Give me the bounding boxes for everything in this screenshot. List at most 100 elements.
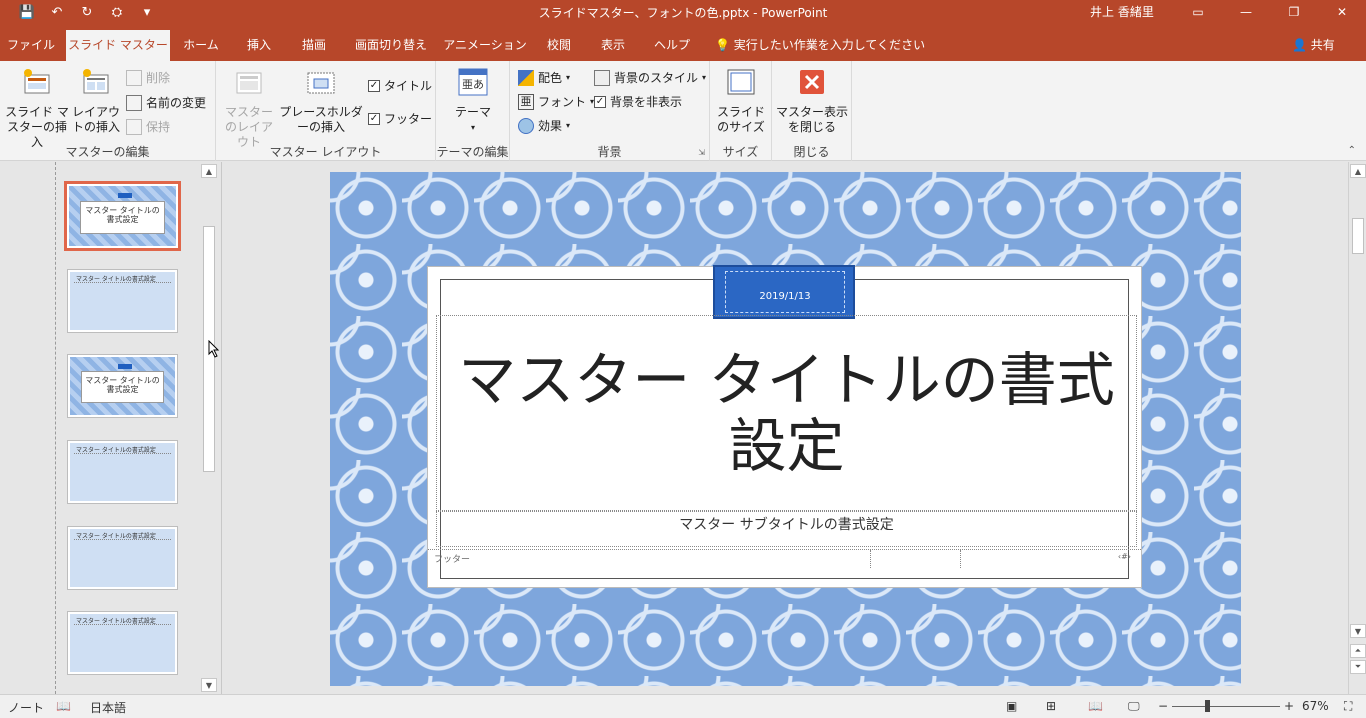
delete-button[interactable]: 削除 xyxy=(126,69,170,86)
restore-icon[interactable]: ❐ xyxy=(1270,0,1318,24)
tab-insert[interactable]: 挿入 xyxy=(234,30,284,61)
close-icon[interactable]: ✕ xyxy=(1318,0,1366,24)
thumbnail-rule xyxy=(74,453,171,454)
scroll-down-icon[interactable]: ▼ xyxy=(201,678,217,692)
themes-icon: 亜あ xyxy=(458,68,488,96)
slide-size-icon xyxy=(727,69,755,95)
tab-review[interactable]: 校閲 xyxy=(536,30,582,61)
tab-file[interactable]: ファイル xyxy=(0,30,62,61)
person-icon: 👤 xyxy=(1292,38,1307,52)
normal-view-icon[interactable]: ▣ xyxy=(1006,699,1017,713)
title-checkbox[interactable]: ✓ タイトル xyxy=(368,77,432,94)
footer-placeholder[interactable]: フッター xyxy=(434,552,470,565)
window-title: スライドマスター、フォントの色.pptx - PowerPoint xyxy=(538,5,828,20)
tab-draw[interactable]: 描画 xyxy=(290,30,338,61)
rename-button[interactable]: 名前の変更 xyxy=(126,94,206,111)
group-label-master-edit: マスターの編集 xyxy=(65,145,150,159)
effects-button[interactable]: 効果 ▾ xyxy=(518,117,570,134)
thumbnail-layout-3[interactable]: マスター タイトルの書式設定 xyxy=(67,354,178,418)
subtitle-placeholder[interactable]: マスター サブタイトルの書式設定 xyxy=(436,511,1137,547)
close-master-view-button[interactable]: マスター表示を閉じる xyxy=(776,67,848,135)
tell-me-box[interactable]: 💡 実行したい作業を入力してください xyxy=(715,30,925,61)
title-text: マスター タイトルの書式設定 xyxy=(458,346,1115,480)
insert-placeholder-label: プレースホルダーの挿入 xyxy=(279,105,363,134)
customize-qat-icon[interactable]: ▾ xyxy=(134,2,160,22)
rename-label: 名前の変更 xyxy=(146,96,207,110)
zoom-slider[interactable] xyxy=(1172,706,1280,707)
thumbnail-layout-4[interactable]: マスター タイトルの書式設定 xyxy=(67,440,178,504)
footer-check-icon: ✓ xyxy=(368,112,380,125)
fonts-button[interactable]: 亜 フォント ▾ xyxy=(518,93,594,110)
share-button[interactable]: 👤 共有 xyxy=(1292,30,1335,61)
insert-layout-button[interactable]: レイアウトの挿入 xyxy=(70,67,122,135)
scroll-down-icon[interactable]: ▼ xyxy=(1350,624,1366,638)
slide-show-icon[interactable]: 🖵 xyxy=(1128,699,1140,714)
subtitle-text: マスター サブタイトルの書式設定 xyxy=(679,517,894,533)
thumbnail-scrollbar[interactable]: ▲ ▼ xyxy=(201,162,217,694)
user-name[interactable]: 井上 香緒里 xyxy=(1090,3,1154,20)
preserve-label: 保持 xyxy=(146,120,171,134)
hide-background-checkbox[interactable]: ✓ 背景を非表示 xyxy=(594,93,682,110)
main-scrollbar[interactable]: ▲ ▼ ⏶ ⏷ xyxy=(1348,162,1366,694)
tab-transitions[interactable]: 画面切り替え xyxy=(346,30,436,61)
zoom-level[interactable]: 67% xyxy=(1302,699,1329,713)
zoom-out-icon[interactable]: − xyxy=(1158,699,1168,713)
next-slide-icon[interactable]: ⏷ xyxy=(1350,660,1366,674)
date-text: 2019/1/13 xyxy=(725,271,845,313)
insert-slide-master-button[interactable]: スライド マスターの挿入 xyxy=(4,67,70,150)
ribbon: スライド マスターの挿入 レイアウトの挿入 削除 名前の変更 保持 マスターの編… xyxy=(0,61,1366,161)
thumbnail-layout-5[interactable]: マスター タイトルの書式設定 xyxy=(67,526,178,590)
slide-canvas[interactable]: 2019/1/13 マスター タイトルの書式設定 マスター サブタイトルの書式設… xyxy=(330,172,1241,686)
slide-number-placeholder[interactable]: ‹#› xyxy=(1118,552,1131,561)
themes-button[interactable]: 亜あ テーマ ▾ xyxy=(444,67,502,135)
footer-checkbox[interactable]: ✓ フッター xyxy=(368,110,432,127)
scrollbar-thumb[interactable] xyxy=(1352,218,1364,254)
colors-button[interactable]: 配色 ▾ xyxy=(518,69,570,86)
preserve-button[interactable]: 保持 xyxy=(126,118,170,135)
mouse-cursor-icon xyxy=(208,340,220,358)
insert-slide-master-icon xyxy=(24,69,50,94)
footer-divider xyxy=(870,550,871,568)
notes-button[interactable]: ノート xyxy=(8,699,44,716)
minimize-icon[interactable]: — xyxy=(1222,0,1270,24)
fit-to-window-icon[interactable]: ⛶ xyxy=(1344,699,1352,714)
slide-sorter-icon[interactable]: ⊞ xyxy=(1046,699,1056,713)
collapse-ribbon-icon[interactable]: ⌃ xyxy=(1348,145,1356,156)
effects-label: 効果 xyxy=(538,119,563,133)
title-card: 2019/1/13 マスター タイトルの書式設定 マスター サブタイトルの書式設… xyxy=(427,265,1142,588)
tab-home[interactable]: ホーム xyxy=(174,30,228,61)
group-label-close: 閉じる xyxy=(793,145,830,159)
ribbon-tabs: ファイル スライド マスター ホーム 挿入 描画 画面切り替え アニメーション … xyxy=(0,24,1366,61)
master-layout-button[interactable]: マスターのレイアウト xyxy=(220,67,278,150)
redo-icon[interactable]: ↻ xyxy=(74,2,100,22)
ribbon-display-options-icon[interactable]: ▭ xyxy=(1174,0,1222,24)
language-indicator[interactable]: 日本語 xyxy=(90,699,126,716)
zoom-slider-knob[interactable] xyxy=(1205,700,1210,712)
zoom-in-icon[interactable]: + xyxy=(1284,699,1294,713)
tab-animations[interactable]: アニメーション xyxy=(442,30,528,61)
quick-access-toolbar: 💾 ↶ ↻ ⛭ ▾ xyxy=(0,2,200,22)
date-placeholder[interactable]: 2019/1/13 xyxy=(713,265,855,319)
thumbnail-master[interactable]: マスター タイトルの書式設定 xyxy=(64,181,181,251)
effects-icon xyxy=(518,117,534,134)
scroll-up-icon[interactable]: ▲ xyxy=(201,164,217,178)
presentation-icon[interactable]: ⛭ xyxy=(104,2,130,22)
thumbnail-layout-2[interactable]: マスター タイトルの書式設定 xyxy=(67,269,178,333)
tab-view[interactable]: 表示 xyxy=(590,30,636,61)
thumbnail-rule xyxy=(74,624,171,625)
tab-help[interactable]: ヘルプ xyxy=(644,30,700,61)
group-master-layout: マスターのレイアウト プレースホルダーの挿入 ✓ タイトル ✓ フッター マスタ… xyxy=(216,61,436,161)
slide-size-button[interactable]: スライドのサイズ xyxy=(712,67,770,135)
tell-me-text: 実行したい作業を入力してください xyxy=(733,38,926,52)
previous-slide-icon[interactable]: ⏶ xyxy=(1350,644,1366,658)
tab-slide-master[interactable]: スライド マスター xyxy=(66,30,170,61)
save-icon[interactable]: 💾 xyxy=(14,2,40,22)
title-placeholder[interactable]: マスター タイトルの書式設定 xyxy=(436,315,1137,511)
background-styles-button[interactable]: 背景のスタイル ▾ xyxy=(594,69,706,86)
thumbnail-layout-6[interactable]: マスター タイトルの書式設定 xyxy=(67,611,178,675)
scroll-up-icon[interactable]: ▲ xyxy=(1350,164,1366,178)
insert-placeholder-button[interactable]: プレースホルダーの挿入 xyxy=(278,67,364,135)
proofing-icon[interactable]: 📖 xyxy=(56,699,71,713)
undo-icon[interactable]: ↶ xyxy=(44,2,70,22)
reading-view-icon[interactable]: 📖 xyxy=(1088,699,1103,713)
